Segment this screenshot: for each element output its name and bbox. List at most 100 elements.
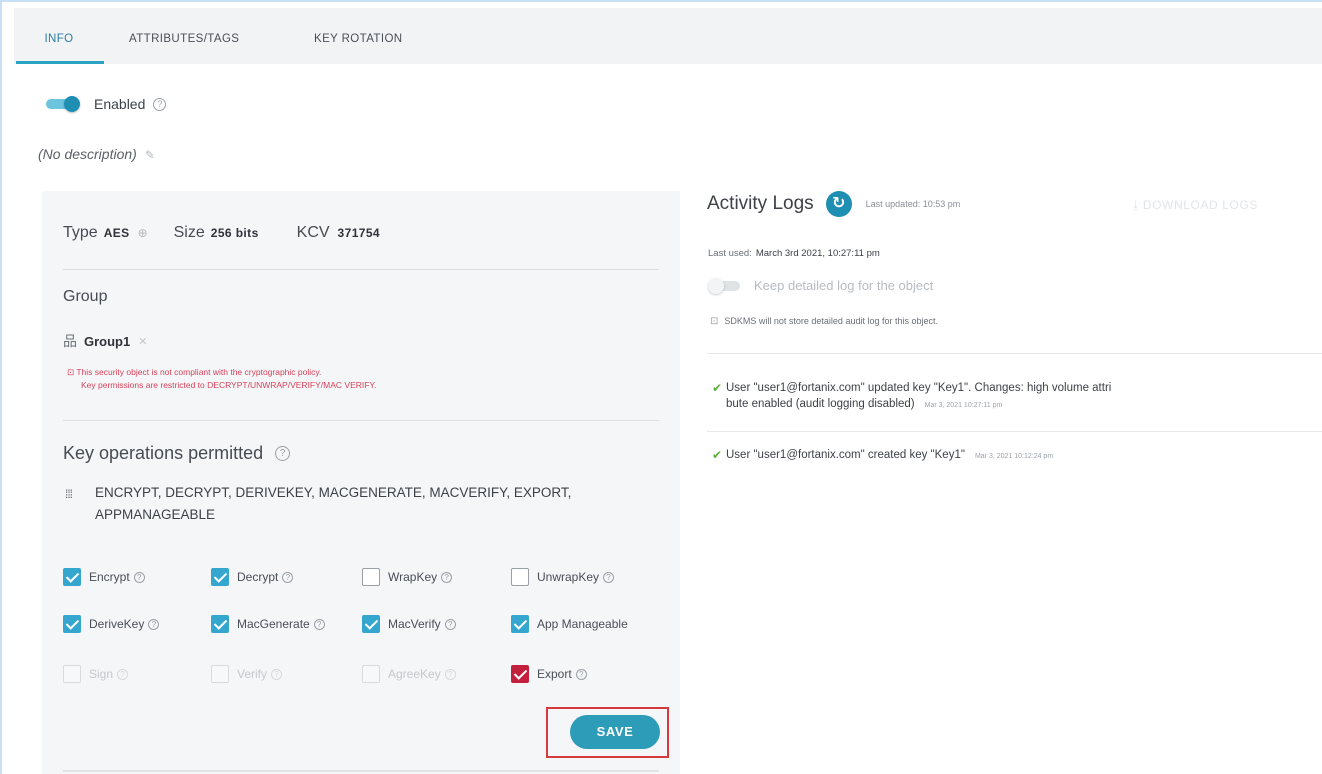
last-used: Last used: March 3rd 2021, 10:27:11 pm [708, 248, 880, 259]
last-updated: Last updated: 10:53 pm [865, 199, 961, 209]
divider [63, 420, 659, 421]
checkbox-label: App Manageable [537, 617, 628, 631]
key-operations-title: Key operations permitted [63, 443, 264, 463]
enabled-row: Enabled ? [46, 94, 167, 114]
divider [707, 353, 1322, 354]
checkbox-label: WrapKey [388, 570, 438, 584]
key-details-panel: Type AES ⊕ Size 256 bits KCV 371754 Grou… [42, 191, 680, 774]
toggle-knob [64, 96, 80, 112]
download-logs-button[interactable]: ⤓ DOWNLOAD LOGS [1133, 198, 1258, 213]
warning-line-1: This security object is not compliant wi… [76, 367, 322, 377]
checkbox-box [63, 665, 81, 683]
help-icon[interactable]: ? [282, 571, 294, 583]
divider [63, 269, 659, 270]
checkbox-label: Encrypt [89, 570, 130, 584]
help-icon[interactable]: ? [133, 571, 145, 583]
help-icon: ? [444, 668, 456, 680]
description-text: (No description) [38, 146, 137, 162]
save-button[interactable]: SAVE [570, 715, 660, 749]
divider [707, 431, 1322, 432]
panel-bottom-divider [63, 770, 659, 772]
help-icon[interactable]: ? [441, 571, 453, 583]
checkbox-box[interactable] [63, 615, 81, 633]
detailed-log-toggle[interactable] [708, 277, 744, 294]
checkbox-macgenerate[interactable]: MacGenerate? [211, 615, 325, 633]
enabled-toggle[interactable] [46, 96, 82, 112]
checkbox-unwrapkey[interactable]: UnwrapKey? [511, 568, 615, 586]
success-check-icon: ✔ [712, 381, 723, 395]
log-timestamp: Mar 3, 2021 10:12:24 pm [974, 453, 1054, 460]
size-value: 256 bits [210, 226, 259, 240]
checkbox-derivekey[interactable]: DeriveKey? [63, 615, 160, 633]
checkbox-box[interactable] [211, 615, 229, 633]
help-icon[interactable]: ? [444, 618, 456, 630]
checkbox-label: Decrypt [237, 570, 279, 584]
last-used-value: March 3rd 2021, 10:27:11 pm [755, 248, 880, 259]
last-used-label: Last used: [708, 248, 752, 259]
checkbox-box[interactable] [511, 615, 529, 633]
edit-pencil-icon[interactable]: ✎ [145, 148, 155, 162]
tab-info[interactable]: INFO [14, 8, 104, 64]
checkbox-label: Sign [89, 667, 114, 681]
checkbox-label: UnwrapKey [537, 570, 600, 584]
info-icon: ⊡ [710, 316, 719, 327]
help-icon[interactable]: ? [575, 668, 587, 680]
compliance-warning: ⊡ This security object is not compliant … [67, 366, 376, 392]
log-entry-text: bute enabled (audit logging disabled) [726, 398, 915, 410]
checkbox-label: MacGenerate [237, 617, 310, 631]
tab-key-rotation[interactable]: KEY ROTATION [314, 8, 403, 64]
help-icon[interactable]: ? [153, 97, 167, 111]
checkbox-box[interactable] [511, 665, 529, 683]
checkbox-box[interactable] [511, 568, 529, 586]
group-remove-icon[interactable]: ✕ [138, 335, 147, 348]
refresh-icon[interactable]: ↻ [825, 191, 852, 217]
checkbox-box[interactable] [211, 568, 229, 586]
checkbox-export[interactable]: Export? [511, 665, 587, 683]
checkbox-macverify[interactable]: MacVerify? [362, 615, 456, 633]
tab-attributes-tags[interactable]: ATTRIBUTES/TAGS [129, 8, 239, 64]
detailed-log-row: Keep detailed log for the object [708, 277, 934, 294]
detailed-log-label: Keep detailed log for the object [754, 278, 934, 293]
download-icon: ⤓ [1133, 198, 1143, 212]
help-icon[interactable]: ? [148, 618, 160, 630]
kcv-value: 371754 [337, 226, 380, 240]
operations-list-icon: ⁞⁞⁞ [65, 487, 73, 501]
checkbox-label: Export [537, 667, 572, 681]
checkbox-decrypt[interactable]: Decrypt? [211, 568, 294, 586]
key-info-row: Type AES ⊕ Size 256 bits KCV 371754 [63, 224, 380, 242]
log-entry: ✔ User "user1@fortanix.com" created key … [712, 447, 1053, 465]
checkbox-wrapkey[interactable]: WrapKey? [362, 568, 453, 586]
warning-line-2: Key permissions are restricted to DECRYP… [81, 380, 377, 390]
group-name[interactable]: Group1 [84, 334, 130, 349]
checkbox-encrypt[interactable]: Encrypt? [63, 568, 145, 586]
help-icon[interactable]: ? [313, 618, 325, 630]
activity-logs-header: Activity Logs ↻ Last updated: 10:53 pm [707, 191, 960, 217]
checkbox-label: DeriveKey [89, 617, 145, 631]
operations-summary: ⁞⁞⁞ ENCRYPT, DECRYPT, DERIVEKEY, MACGENE… [65, 482, 665, 526]
help-icon[interactable]: ? [275, 446, 291, 461]
success-check-icon: ✔ [712, 448, 723, 462]
help-icon[interactable]: ? [603, 571, 615, 583]
checkbox-label: Verify [237, 667, 268, 681]
group-row: 品 Group1 ✕ [63, 331, 147, 351]
tab-bar: INFO ATTRIBUTES/TAGS KEY ROTATION [14, 8, 1322, 64]
checkbox-box[interactable] [362, 615, 380, 633]
save-highlight-frame: SAVE [546, 707, 669, 758]
checkbox-box[interactable] [362, 568, 380, 586]
log-entry-text: User "user1@fortanix.com" updated key "K… [726, 382, 1112, 394]
description: (No description) ✎ [38, 146, 155, 162]
checkbox-label: MacVerify [388, 617, 441, 631]
download-logs-label: DOWNLOAD LOGS [1142, 198, 1258, 212]
checkbox-app-manageable[interactable]: App Manageable [511, 615, 628, 633]
audit-notice: ⊡ SDKMS will not store detailed audit log… [710, 316, 938, 327]
help-icon: ? [117, 668, 129, 680]
type-value: AES [103, 226, 130, 240]
group-heading: Group [63, 288, 108, 305]
audit-notice-text: SDKMS will not store detailed audit log … [724, 316, 938, 326]
key-operations-heading: Key operations permitted ? [63, 443, 291, 464]
log-entry: ✔ User "user1@fortanix.com" updated key … [712, 380, 1111, 414]
type-info-icon[interactable]: ⊕ [138, 226, 148, 240]
checkbox-box[interactable] [63, 568, 81, 586]
checkbox-verify: Verify? [211, 665, 283, 683]
enabled-label: Enabled [94, 96, 146, 112]
